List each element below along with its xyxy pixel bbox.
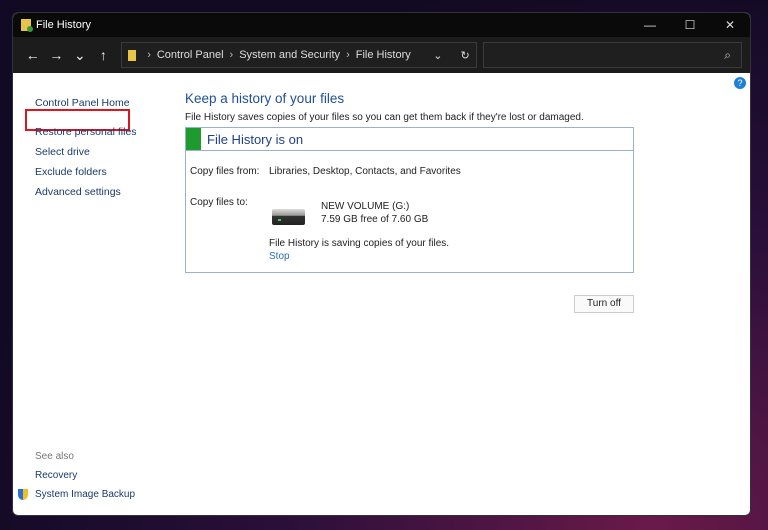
saving-status: File History is saving copies of your fi… [269,238,450,249]
sidebar-item-advanced[interactable]: Advanced settings [35,186,137,198]
breadcrumb-separator: › [147,49,151,61]
sidebar: Control Panel Home Restore personal file… [35,97,137,206]
copy-to-label: Copy files to: [190,197,248,208]
navigation-bar: ← → ⌄ ↑ › Control Panel › System and Sec… [13,37,750,73]
sidebar-item-exclude-folders[interactable]: Exclude folders [35,166,137,178]
page-title: Keep a history of your files [185,91,345,106]
copy-from-value: Libraries, Desktop, Contacts, and Favori… [269,166,461,177]
close-button[interactable]: ✕ [710,18,750,32]
window-title: File History [36,19,92,31]
main-content: Keep a history of your files File Histor… [185,91,634,313]
title-bar: File History — ☐ ✕ [13,13,750,37]
search-icon: ⌕ [724,47,731,62]
address-bar[interactable]: › Control Panel › System and Security › … [121,42,477,68]
page-description: File History saves copies of your files … [185,112,584,123]
back-button[interactable]: ← [21,47,45,63]
breadcrumb-file-history[interactable]: File History [356,49,411,61]
see-also: See also Recovery System Image Backup [18,451,135,508]
see-also-label: See also [35,451,74,462]
breadcrumb-separator: › [229,49,234,61]
sidebar-item-select-drive[interactable]: Select drive [35,146,137,158]
breadcrumb-separator: › [346,49,350,61]
recent-locations-button[interactable]: ⌄ [68,47,92,64]
control-panel-icon [128,49,137,61]
shield-icon [18,489,28,500]
turn-off-button[interactable]: Turn off [574,295,634,313]
status-title: File History is on [207,131,304,147]
stop-link[interactable]: Stop [269,250,449,263]
drive-name: NEW VOLUME (G:) [321,201,410,212]
help-icon[interactable]: ? [734,77,746,89]
up-button[interactable]: ↑ [92,47,116,63]
address-dropdown-icon[interactable]: ⌄ [433,49,442,62]
breadcrumb-system-security[interactable]: System and Security [239,49,340,61]
copy-from-label: Copy files from: [190,166,260,177]
file-history-window: File History — ☐ ✕ ← → ⌄ ↑ › Control Pan… [12,12,751,516]
forward-button[interactable]: → [45,47,69,63]
status-panel: File History is on Copy files from: Libr… [185,127,634,273]
sidebar-item-home[interactable]: Control Panel Home [35,97,137,109]
breadcrumb-control-panel[interactable]: Control Panel [157,49,224,61]
drive-icon [272,209,305,225]
minimize-button[interactable]: — [630,18,670,32]
link-recovery[interactable]: Recovery [35,470,135,481]
drive-space: 7.59 GB free of 7.60 GB [321,214,429,225]
search-input[interactable]: ⌕ [482,42,742,68]
file-history-icon [21,19,33,32]
refresh-icon[interactable]: ↻ [460,49,469,62]
maximize-button[interactable]: ☐ [670,18,710,32]
status-indicator [186,128,201,150]
link-system-image-backup[interactable]: System Image Backup [35,489,135,500]
sidebar-item-restore[interactable]: Restore personal files [35,126,137,138]
